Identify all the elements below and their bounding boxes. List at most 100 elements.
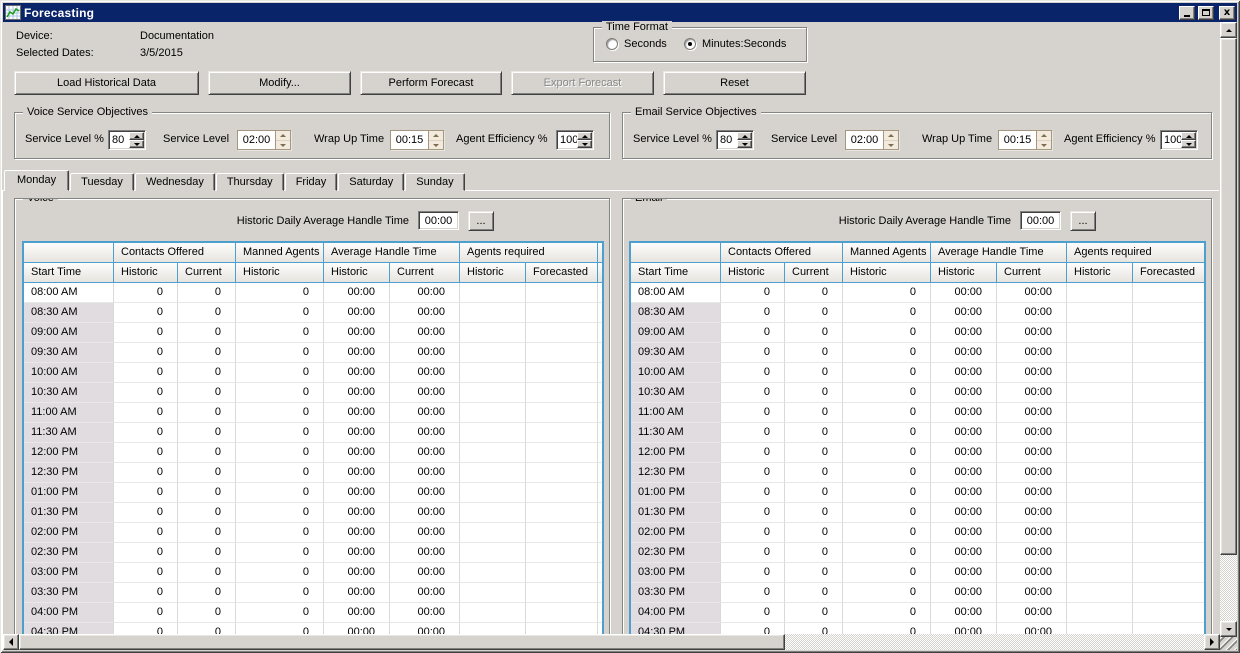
grid-cell[interactable]: 0 [178,323,236,343]
grid-cell[interactable]: 00:00 [390,383,460,403]
horizontal-scrollbar-thumb[interactable] [19,634,785,650]
scroll-right-button[interactable] [1204,634,1220,650]
grid-cell[interactable] [526,303,598,323]
grid-cell[interactable]: 00:00 [324,403,390,423]
grid-cell[interactable]: 00:00 [390,603,460,623]
vertical-scrollbar[interactable] [1220,22,1237,637]
grid-cell[interactable] [1133,603,1205,623]
grid-cell[interactable]: 0 [785,423,843,443]
maximize-button[interactable] [1198,6,1214,20]
grid-cell[interactable]: 00:00 [997,383,1067,403]
grid-cell[interactable]: 0 [785,323,843,343]
grid-cell[interactable]: 0 [843,503,931,523]
grid-cell[interactable] [460,363,526,383]
grid-cell[interactable]: 0 [843,463,931,483]
grid-cell[interactable]: 00:00 [390,403,460,423]
grid-cell[interactable]: 0 [114,383,178,403]
grid-cell[interactable]: 0 [236,563,324,583]
row-start-time-cell[interactable]: 10:30 AM [631,383,721,403]
grid-cell[interactable]: 0 [785,583,843,603]
close-button[interactable]: x [1219,6,1235,20]
grid-cell[interactable]: 0 [178,383,236,403]
grid-cell[interactable] [1067,563,1133,583]
grid-cell[interactable]: 0 [721,443,785,463]
grid-cell[interactable]: 00:00 [390,503,460,523]
grid-cell[interactable]: 0 [785,463,843,483]
grid-cell[interactable]: 00:00 [324,283,390,303]
spin-down-button[interactable] [276,140,290,149]
grid-cell[interactable] [1067,323,1133,343]
grid-cell[interactable]: 00:00 [931,343,997,363]
spin-up-button[interactable] [129,132,144,140]
grid-cell[interactable] [1133,363,1205,383]
grid-cell[interactable] [526,603,598,623]
grid-cell[interactable]: 0 [236,303,324,323]
grid-cell[interactable]: 00:00 [931,583,997,603]
grid-cell[interactable]: 0 [785,603,843,623]
grid-cell[interactable]: 0 [721,423,785,443]
spin-down-button[interactable] [1181,140,1196,148]
perform-forecast-button[interactable]: Perform Forecast [360,71,502,95]
grid-cell[interactable]: 0 [236,543,324,563]
grid-cell[interactable]: 00:00 [324,543,390,563]
grid-cell[interactable]: 00:00 [390,543,460,563]
grid-cell[interactable]: 00:00 [324,383,390,403]
grid-cell[interactable]: 0 [178,303,236,323]
grid-cell[interactable] [1067,423,1133,443]
row-start-time-cell[interactable]: 01:30 PM [631,503,721,523]
grid-cell[interactable] [1067,283,1133,303]
row-start-time-cell[interactable]: 03:00 PM [24,563,114,583]
grid-cell[interactable]: 0 [721,363,785,383]
voice-service-level-pct-value[interactable]: 80 [109,131,129,149]
grid-cell[interactable]: 00:00 [997,403,1067,423]
grid-cell[interactable] [1067,583,1133,603]
grid-cell[interactable] [460,483,526,503]
seconds-radio[interactable] [606,38,618,50]
grid-cell[interactable]: 0 [178,523,236,543]
grid-cell[interactable] [526,363,598,383]
grid-cell[interactable]: 0 [236,603,324,623]
row-start-time-cell[interactable]: 11:30 AM [631,423,721,443]
horizontal-scrollbar[interactable] [3,634,1220,650]
grid-cell[interactable] [1133,283,1205,303]
grid-cell[interactable]: 0 [178,403,236,423]
grid-cell[interactable]: 00:00 [324,583,390,603]
grid-cell[interactable]: 0 [785,523,843,543]
grid-cell[interactable]: 00:00 [324,523,390,543]
grid-cell[interactable]: 0 [785,303,843,323]
vertical-scrollbar-thumb[interactable] [1220,38,1237,555]
grid-cell[interactable] [526,443,598,463]
modify-button[interactable]: Modify... [208,71,351,95]
grid-cell[interactable]: 0 [178,283,236,303]
grid-cell[interactable]: 0 [843,443,931,463]
grid-cell[interactable]: 0 [843,483,931,503]
grid-cell[interactable]: 0 [114,583,178,603]
grid-cell[interactable]: 00:00 [931,543,997,563]
grid-cell[interactable]: 00:00 [931,423,997,443]
grid-cell[interactable] [1133,383,1205,403]
grid-cell[interactable]: 0 [236,383,324,403]
grid-cell[interactable]: 0 [178,463,236,483]
row-start-time-cell[interactable]: 08:30 AM [24,303,114,323]
row-start-time-cell[interactable]: 01:00 PM [631,483,721,503]
grid-cell[interactable] [526,483,598,503]
grid-cell[interactable] [526,343,598,363]
voice-service-level-spinner[interactable]: 02:00 [237,130,291,150]
grid-cell[interactable]: 0 [785,363,843,383]
row-start-time-cell[interactable]: 09:00 AM [24,323,114,343]
grid-cell[interactable]: 00:00 [997,323,1067,343]
email-service-level-pct-spinner[interactable]: 80 [716,130,754,150]
grid-cell[interactable]: 00:00 [997,503,1067,523]
email-service-level-value[interactable]: 02:00 [846,131,883,149]
tab-wednesday[interactable]: Wednesday [135,173,215,191]
grid-cell[interactable]: 00:00 [931,523,997,543]
scroll-down-button[interactable] [1220,621,1237,637]
grid-cell[interactable] [1067,443,1133,463]
grid-cell[interactable]: 0 [236,323,324,343]
grid-cell[interactable]: 0 [843,423,931,443]
grid-cell[interactable]: 00:00 [997,523,1067,543]
email-aht-browse-button[interactable]: ... [1070,211,1096,231]
spin-down-button[interactable] [129,140,144,148]
grid-cell[interactable]: 0 [843,563,931,583]
voice-aht-input[interactable]: 00:00 [418,211,459,230]
